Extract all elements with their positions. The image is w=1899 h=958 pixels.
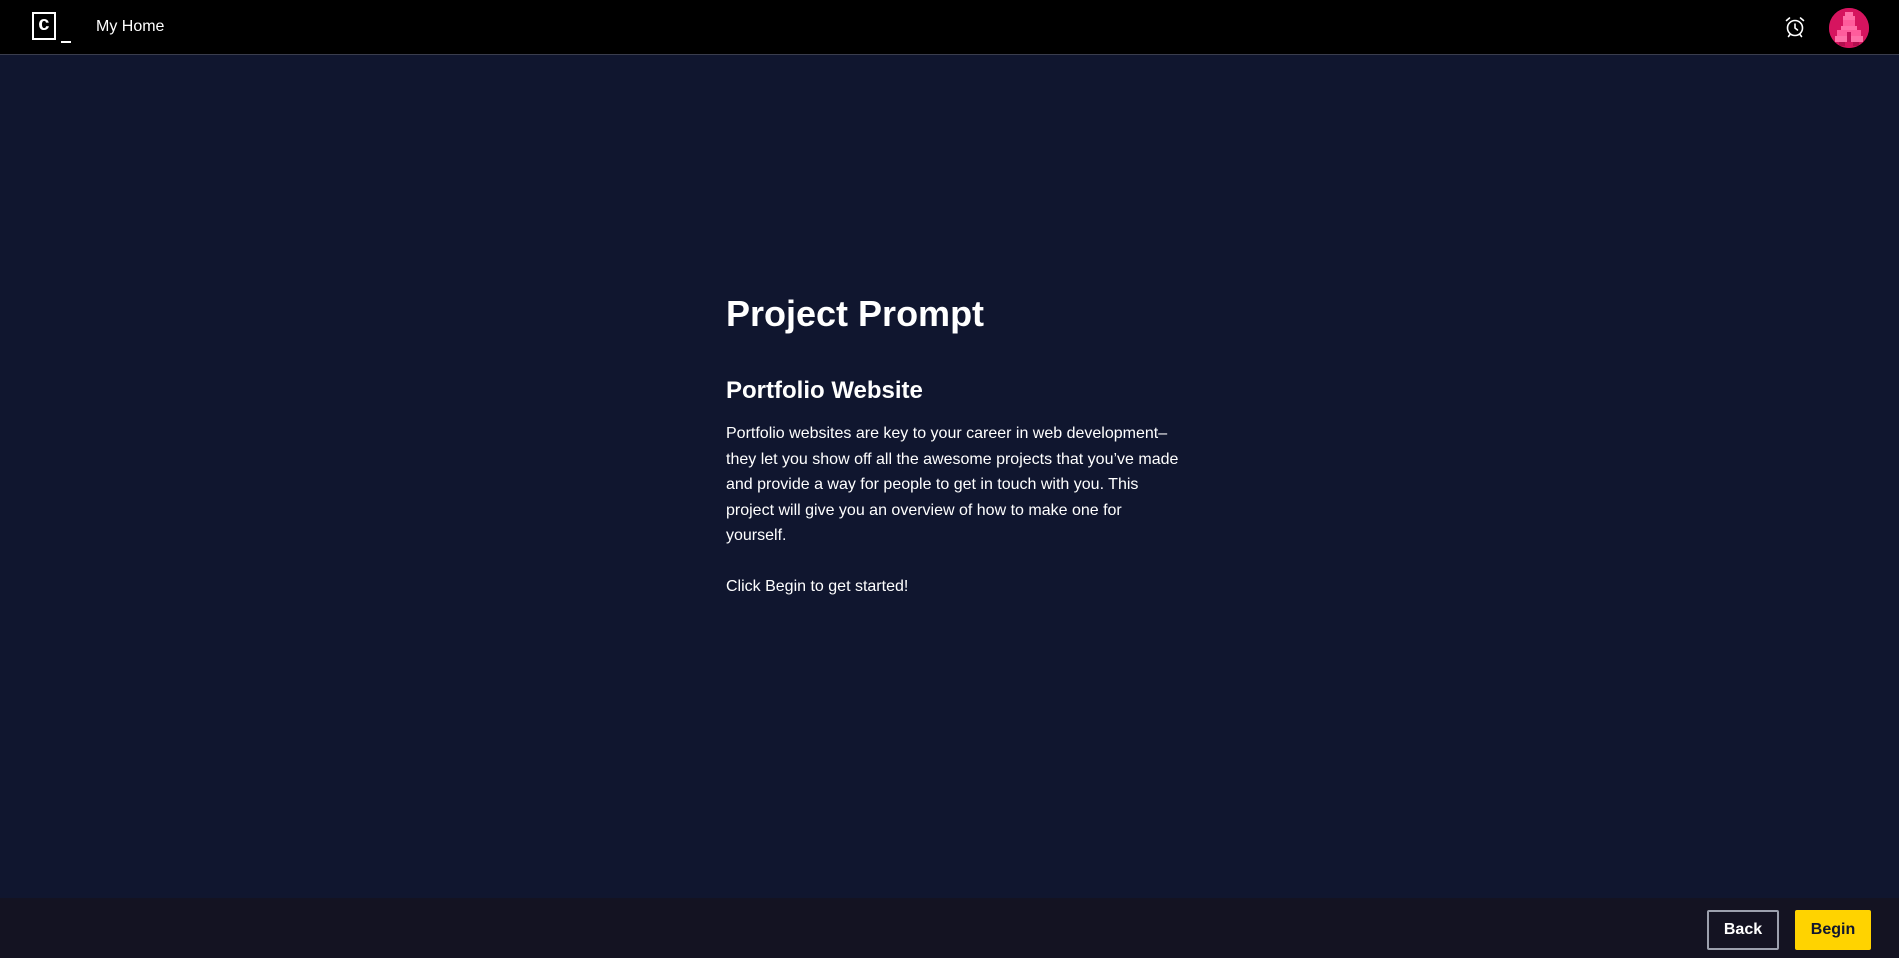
begin-button[interactable]: Begin — [1795, 910, 1871, 950]
project-prompt-content: Project Prompt Portfolio Website Portfol… — [726, 290, 1186, 599]
project-description: Portfolio websites are key to your caree… — [726, 425, 1179, 544]
user-avatar[interactable] — [1829, 8, 1869, 48]
logo-cursor — [61, 41, 71, 43]
alarm-clock-icon[interactable] — [1783, 15, 1807, 39]
my-home-link[interactable]: My Home — [96, 18, 164, 36]
back-button[interactable]: Back — [1707, 910, 1779, 950]
top-navigation-bar: c My Home — [0, 0, 1899, 55]
project-name: Portfolio Website — [726, 377, 923, 404]
page-title: Project Prompt — [726, 293, 985, 334]
get-started-text: Click Begin to get started! — [726, 577, 909, 595]
codecademy-logo[interactable]: c — [32, 12, 72, 44]
logo-box: c — [32, 12, 56, 40]
footer-bar: Back Begin — [0, 898, 1899, 958]
